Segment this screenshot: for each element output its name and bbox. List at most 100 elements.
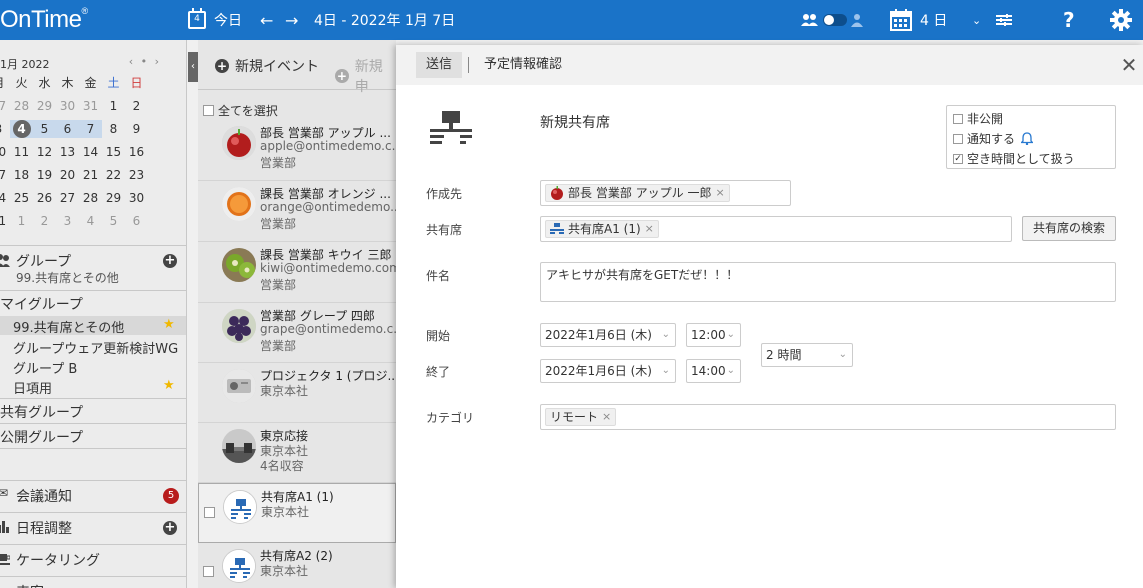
seat-chip[interactable]: 共有席A1 (1) × — [545, 220, 659, 238]
calendar-day[interactable]: 19 — [33, 166, 56, 184]
my-group-item[interactable]: グループ B — [0, 357, 186, 377]
star-icon[interactable]: ★ — [163, 378, 175, 393]
calendar-day[interactable]: 25 — [10, 189, 33, 207]
calendar-day[interactable]: 4 — [10, 120, 33, 138]
remove-chip-icon[interactable]: × — [645, 220, 654, 238]
remove-chip-icon[interactable]: × — [715, 184, 724, 202]
tab-confirm[interactable]: 予定情報確認 — [474, 52, 572, 78]
resource-list-item[interactable]: 課長 営業部 オレンジ ... orange@ontimedemo.... 営業部 — [198, 181, 396, 242]
tab-send[interactable]: 送信 — [416, 52, 463, 78]
my-group-item[interactable]: 日項用 ★ — [0, 377, 186, 397]
checkbox[interactable] — [953, 133, 963, 144]
new-event-button[interactable]: + 新規イベント — [215, 56, 319, 76]
calendar-day[interactable]: 31 — [0, 212, 10, 230]
close-icon[interactable]: ✕ — [1119, 53, 1139, 77]
public-groups-item[interactable]: 公開グループ — [0, 427, 186, 447]
subject-input[interactable]: アキヒサが共有席をGETだぜ！！！ — [540, 262, 1116, 302]
calendar-day[interactable]: 28 — [10, 97, 33, 115]
new-request-button[interactable]: + 新規申 — [335, 56, 396, 96]
option-checkbox[interactable]: 非公開 — [953, 110, 1003, 127]
calendar-day[interactable]: 20 — [56, 166, 79, 184]
calendar-day[interactable]: 27 — [56, 189, 79, 207]
calendar-day[interactable]: 26 — [33, 189, 56, 207]
calendar-day[interactable]: 17 — [0, 166, 10, 184]
ontime-logo[interactable]: OnTime® — [0, 6, 88, 34]
calendar-day[interactable]: 9 — [125, 120, 148, 138]
seat-field[interactable]: 共有席A1 (1) × — [540, 216, 1012, 242]
calendar-day[interactable]: 7 — [79, 120, 102, 138]
calendar-day[interactable]: 29 — [102, 189, 125, 207]
next-arrow-icon[interactable]: → — [285, 0, 298, 40]
calendar-day[interactable]: 11 — [10, 143, 33, 161]
resource-list-item[interactable]: 部長 営業部 アップル ... apple@ontimedemo.c... 営業部 — [198, 120, 396, 181]
checkbox[interactable]: ✓ — [953, 153, 963, 164]
resource-list-item[interactable]: 営業部 グレープ 四郎 grape@ontimedemo.c... 営業部 — [198, 303, 396, 363]
add-schedule-icon[interactable]: + — [163, 521, 177, 535]
collapse-sidebar-button[interactable]: ‹ — [188, 52, 198, 82]
calendar-day[interactable]: 5 — [33, 120, 56, 138]
calendar-day[interactable]: 5 — [102, 212, 125, 230]
calendar-day[interactable]: 15 — [102, 143, 125, 161]
calendar-day[interactable]: 6 — [125, 212, 148, 230]
calendar-day[interactable]: 8 — [102, 120, 125, 138]
calendar-day[interactable]: 23 — [125, 166, 148, 184]
calendar-day[interactable]: 22 — [102, 166, 125, 184]
my-group-item[interactable]: 99.共有席とその他 ★ — [0, 316, 186, 336]
calendar-day[interactable]: 2 — [33, 212, 56, 230]
resource-checkbox[interactable] — [204, 507, 215, 518]
calendar-day[interactable]: 3 — [56, 212, 79, 230]
calendar-day[interactable]: 30 — [56, 97, 79, 115]
start-date-select[interactable]: 2022年1月6日 (木) ⌄ — [540, 323, 676, 347]
calendar-day[interactable]: 1 — [10, 212, 33, 230]
resource-list-item[interactable]: プロジェクタ 1 (プロジ... 東京本社 — [198, 363, 396, 423]
checkbox[interactable] — [953, 113, 963, 124]
calendar-day[interactable]: 18 — [10, 166, 33, 184]
calendar-day[interactable]: 21 — [79, 166, 102, 184]
calendar-day[interactable]: 28 — [79, 189, 102, 207]
calendar-day[interactable]: 12 — [33, 143, 56, 161]
end-time-select[interactable]: 14:00 ⌄ — [686, 359, 741, 383]
resource-list-item[interactable]: 東京応接 東京本社 4名収容 — [198, 423, 396, 483]
help-icon[interactable]: ? — [1063, 0, 1075, 40]
view-select[interactable]: 4 日 — [890, 0, 947, 40]
add-group-icon[interactable]: + — [163, 254, 177, 268]
option-checkbox[interactable]: 通知する — [953, 130, 1034, 147]
person-toggle[interactable] — [801, 0, 863, 40]
calendar-day[interactable]: 13 — [56, 143, 79, 161]
today-button[interactable]: 4 今日 — [188, 0, 242, 40]
resource-list-item[interactable]: 共有席A1 (1) 東京本社 — [198, 483, 396, 543]
view-toggle-switch[interactable] — [823, 14, 847, 26]
calendar-day[interactable]: 31 — [79, 97, 102, 115]
resource-list-item[interactable]: 課長 営業部 キウイ 三郎 kiwi@ontimedemo.com 営業部 — [198, 242, 396, 303]
remove-chip-icon[interactable]: × — [602, 408, 611, 426]
calendar-day[interactable]: 30 — [125, 189, 148, 207]
gear-icon[interactable] — [1110, 0, 1132, 40]
calendar-day[interactable]: 2 — [125, 97, 148, 115]
end-date-select[interactable]: 2022年1月6日 (木) ⌄ — [540, 359, 676, 383]
category-field[interactable]: リモート × — [540, 404, 1116, 430]
mini-calendar-nav[interactable]: ‹ • › — [129, 55, 161, 68]
resource-checkbox[interactable] — [203, 566, 214, 577]
calendar-day[interactable]: 24 — [0, 189, 10, 207]
settings-sliders-icon[interactable] — [996, 0, 1012, 40]
shared-groups-item[interactable]: 共有グループ — [0, 402, 186, 422]
calendar-day[interactable]: 14 — [79, 143, 102, 161]
calendar-day[interactable]: 4 — [79, 212, 102, 230]
resource-list-item[interactable]: 共有席A2 (2) 東京本社 — [198, 543, 396, 588]
prev-arrow-icon[interactable]: ← — [260, 0, 273, 40]
duration-select[interactable]: 2 時間 ⌄ — [761, 343, 853, 367]
creator-chip[interactable]: 部長 営業部 アップル 一郎 × — [545, 184, 730, 202]
start-time-select[interactable]: 12:00 ⌄ — [686, 323, 741, 347]
creator-field[interactable]: 部長 営業部 アップル 一郎 × — [540, 180, 791, 206]
seat-search-button[interactable]: 共有席の検索 — [1022, 216, 1116, 241]
calendar-day[interactable]: 6 — [56, 120, 79, 138]
calendar-day[interactable]: 27 — [0, 97, 10, 115]
my-group-item[interactable]: グループウェア更新検討WG — [0, 337, 186, 357]
calendar-day[interactable]: 1 — [102, 97, 125, 115]
select-all-checkbox[interactable]: 全てを選択 — [203, 102, 278, 119]
category-chip[interactable]: リモート × — [545, 408, 617, 426]
star-icon[interactable]: ★ — [163, 317, 175, 332]
calendar-day[interactable]: 29 — [33, 97, 56, 115]
option-checkbox[interactable]: ✓ 空き時間として扱う — [953, 150, 1075, 167]
calendar-day[interactable]: 3 — [0, 120, 10, 138]
